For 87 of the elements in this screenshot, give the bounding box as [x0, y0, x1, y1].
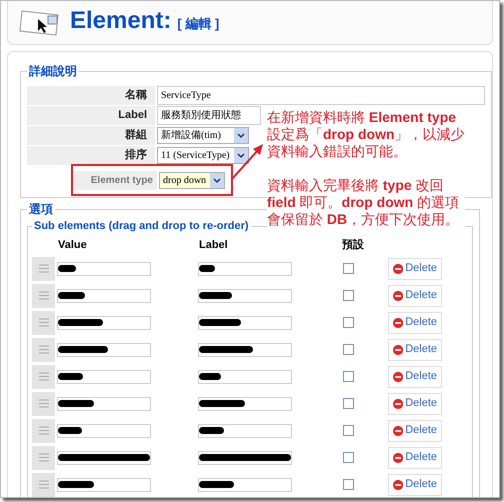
grip-lines-icon — [38, 426, 48, 435]
page-title: Element: — [70, 9, 172, 33]
minus-circle-icon — [393, 452, 404, 464]
drag-handle[interactable] — [32, 310, 55, 334]
minus-circle-icon — [393, 398, 404, 410]
grip-lines-icon — [38, 453, 48, 462]
delete-button[interactable]: Delete — [388, 420, 442, 442]
delete-button[interactable]: Delete — [388, 392, 442, 414]
drag-handle[interactable] — [32, 256, 55, 280]
drag-handle[interactable] — [32, 472, 55, 496]
column-header: 預設 — [342, 238, 365, 254]
input-field[interactable] — [57, 316, 151, 330]
minus-circle-icon — [393, 370, 404, 382]
input-field[interactable] — [57, 478, 151, 492]
section-legend: 詳細說明 — [27, 62, 79, 80]
caret-icon — [234, 148, 248, 163]
drag-handle[interactable] — [32, 364, 55, 388]
input-field[interactable] — [198, 342, 292, 356]
input-field[interactable] — [198, 478, 292, 492]
input-field[interactable] — [198, 450, 292, 464]
default-checkbox[interactable] — [343, 479, 354, 490]
dropdown-field[interactable]: 11 (ServiceType) — [157, 147, 249, 164]
input-field[interactable] — [57, 450, 151, 464]
section-legend: 選項 — [27, 200, 55, 218]
default-checkbox[interactable] — [343, 398, 354, 409]
minus-circle-icon — [393, 262, 404, 274]
grip-lines-icon — [38, 399, 48, 408]
grip-lines-icon — [38, 345, 48, 354]
input-field[interactable] — [198, 370, 292, 384]
minus-circle-icon — [393, 478, 404, 490]
caret-icon — [234, 128, 248, 143]
delete-button[interactable]: Delete — [388, 446, 442, 468]
grip-lines-icon — [38, 291, 48, 300]
input-field[interactable] — [57, 342, 151, 356]
column-header: Value — [58, 238, 88, 254]
grip-lines-icon — [38, 318, 48, 327]
drag-handle[interactable] — [32, 392, 55, 416]
input-field[interactable] — [198, 288, 292, 302]
default-checkbox[interactable] — [343, 317, 354, 328]
dropdown-field[interactable]: drop down — [159, 172, 225, 188]
delete-button[interactable]: Delete — [388, 338, 442, 360]
text-field[interactable]: ServiceType — [157, 86, 485, 105]
edit-link[interactable]: [ 編輯 ] — [177, 14, 220, 34]
input-field[interactable] — [57, 370, 151, 384]
delete-button[interactable]: Delete — [388, 258, 442, 280]
grip-lines-icon — [38, 264, 48, 273]
input-field[interactable] — [57, 424, 151, 438]
caret-icon — [210, 172, 224, 188]
input-field[interactable] — [57, 288, 151, 302]
annotation-text: 在新增資料時將 Element type 設定爲「drop down」，以減少 資料輸入錯誤的可能。 — [267, 109, 465, 160]
default-checkbox[interactable] — [343, 452, 354, 463]
minus-circle-icon — [393, 344, 404, 356]
drag-handle[interactable] — [32, 338, 55, 362]
delete-button[interactable]: Delete — [388, 474, 442, 496]
field-label: 名稱 — [27, 86, 155, 105]
dropdown-field[interactable]: 新增設備(tim) — [157, 127, 249, 144]
input-field[interactable] — [57, 262, 151, 276]
input-field[interactable] — [57, 396, 151, 410]
text-field[interactable]: 服務類別使用狀態 — [157, 106, 261, 125]
delete-button[interactable]: Delete — [388, 366, 442, 388]
default-checkbox[interactable] — [343, 371, 354, 382]
minus-circle-icon — [393, 424, 404, 436]
section-legend: Sub elements (drag and drop to re-order) — [32, 218, 251, 234]
delete-button[interactable]: Delete — [388, 284, 442, 306]
drag-handle[interactable] — [32, 446, 55, 470]
default-checkbox[interactable] — [343, 263, 354, 274]
delete-button[interactable]: Delete — [388, 312, 442, 334]
input-field[interactable] — [198, 424, 292, 438]
minus-circle-icon — [393, 316, 404, 328]
minus-circle-icon — [393, 290, 404, 302]
default-checkbox[interactable] — [343, 425, 354, 436]
input-field[interactable] — [198, 316, 292, 330]
input-field[interactable] — [198, 262, 292, 276]
field-label: Label — [27, 106, 155, 125]
grip-lines-icon — [38, 372, 48, 381]
annotation-arrow — [231, 141, 265, 181]
grip-lines-icon — [38, 480, 48, 489]
input-field[interactable] — [198, 396, 292, 410]
field-label: 群組 — [27, 126, 155, 145]
field-label: Element type — [73, 170, 157, 190]
default-checkbox[interactable] — [343, 290, 354, 301]
annotation-text: 資料輸入完畢後將 type 改回 field 即可。drop down 的選項 會保留於 DB，方便下次使用。 — [267, 177, 460, 228]
default-checkbox[interactable] — [343, 344, 354, 355]
drag-handle[interactable] — [32, 284, 55, 308]
column-header: Label — [199, 238, 229, 254]
drag-handle[interactable] — [32, 418, 55, 442]
field-label: 排序 — [27, 146, 155, 165]
